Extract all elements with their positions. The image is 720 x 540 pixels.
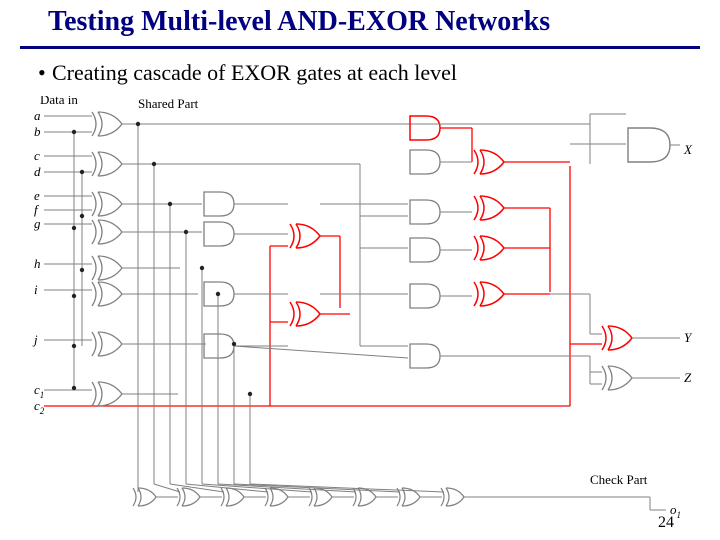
check-row-drops [138,124,250,484]
bullet-text: Creating cascade of EXOR gates at each l… [52,60,457,85]
label-a: a [34,108,41,123]
caption-shared: Shared Part [138,96,199,111]
title-rule [20,46,700,49]
label-b: b [34,124,41,139]
col1-out-rails [74,124,430,394]
check-row-dots [136,122,252,396]
label-Y: Y [684,330,693,345]
label-j: j [32,332,38,347]
label-e: e [34,188,40,203]
page-number: 24 [658,514,674,532]
input-rails [44,116,92,390]
caption-check: Check Part [590,472,648,487]
bullet-line: •Creating cascade of EXOR gates at each … [38,60,457,86]
label-f: f [34,202,40,217]
circuit-diagram: Data in Shared Part Check Part a b c d e… [30,96,700,531]
label-h: h [34,256,41,271]
col3-gates [410,150,440,368]
col3-wires [234,164,408,358]
caption-data-in: Data in [40,96,78,107]
label-X: X [683,142,693,157]
label-g: g [34,216,41,231]
label-d: d [34,164,41,179]
label-c: c [34,148,40,163]
slide-title: Testing Multi-level AND-EXOR Networks [48,6,550,38]
col3-out [440,162,590,356]
col2-out [234,204,288,346]
mid-xor-cascade [290,224,350,326]
col1-gates [92,112,122,406]
col2-gates [204,192,234,358]
label-i: i [34,282,38,297]
output-X [430,114,680,164]
label-Z: Z [684,370,692,385]
c2-rail [44,246,570,406]
label-c2: c2 [34,398,45,416]
